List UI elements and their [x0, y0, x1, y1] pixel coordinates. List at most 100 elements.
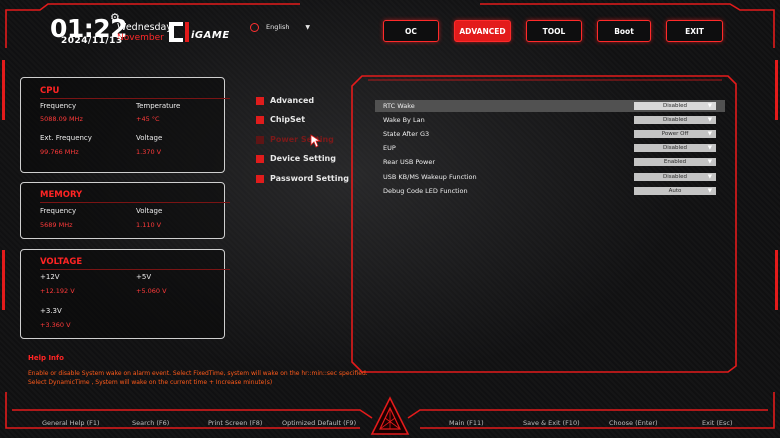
cpu-temperature-value: +45 °C [136, 115, 160, 123]
menu-item-chipset[interactable]: ChipSet [256, 115, 305, 124]
tab-boot[interactable]: Boot [597, 20, 651, 42]
globe-icon [250, 22, 259, 32]
v33-value: +3.360 V [40, 321, 71, 329]
footer-save-exit[interactable]: Save & Exit (F10) [523, 419, 580, 427]
setting-label: Debug Code LED Function [383, 187, 468, 195]
setting-state-after-g3[interactable]: State After G3 Power Off ▼ [375, 128, 725, 140]
setting-label: EUP [383, 144, 396, 152]
tab-oc[interactable]: OC [383, 20, 439, 42]
chevron-down-icon: ▼ [707, 117, 712, 123]
divider [40, 202, 230, 203]
mouse-cursor-icon [310, 134, 322, 148]
cpu-title: CPU [40, 86, 60, 96]
footer-exit[interactable]: Exit (Esc) [702, 419, 733, 427]
help-text-line-2: Select DynamicTime , System will wake on… [28, 379, 273, 386]
cpu-temperature-label: Temperature [136, 102, 181, 110]
setting-label: Wake By Lan [383, 116, 425, 124]
memory-frequency-label: Frequency [40, 207, 77, 215]
footer-choose[interactable]: Choose (Enter) [609, 419, 658, 427]
setting-label: Rear USB Power [383, 158, 436, 166]
setting-label: USB KB/MS Wakeup Function [383, 173, 477, 181]
setting-usb-kbms-wakeup[interactable]: USB KB/MS Wakeup Function Disabled ▼ [375, 171, 725, 183]
footer-optimized-default[interactable]: Optimized Default (F9) [282, 419, 356, 427]
voltage-panel: VOLTAGE +12V +12.192 V +5V +5.060 V +3.3… [20, 249, 230, 339]
cpu-frequency-value: 5088.09 MHz [40, 115, 83, 123]
v5-label: +5V [136, 273, 152, 281]
cpu-panel: CPU Frequency 5088.09 MHz Temperature +4… [20, 77, 230, 173]
language-value: English [266, 23, 290, 31]
cpu-ext-frequency-value: 99.766 MHz [40, 148, 79, 156]
setting-value-dropdown[interactable]: Power Off ▼ [634, 130, 716, 138]
menu-item-label: ChipSet [270, 115, 306, 124]
cpu-ext-frequency-label: Ext. Frequency [40, 134, 92, 142]
footer-main[interactable]: Main (F11) [449, 419, 484, 427]
bullet-icon [256, 115, 264, 124]
cpu-frequency-label: Frequency [40, 102, 77, 110]
setting-value-dropdown[interactable]: Enabled ▼ [634, 158, 716, 166]
setting-value-dropdown[interactable]: Disabled ▼ [634, 116, 716, 124]
tab-tool[interactable]: TOOL [526, 20, 582, 42]
memory-frequency-value: 5689 MHz [40, 221, 73, 229]
setting-wake-by-lan[interactable]: Wake By Lan Disabled ▼ [375, 114, 725, 126]
setting-label: State After G3 [383, 130, 430, 138]
menu-item-label: Advanced [270, 96, 315, 105]
cpu-voltage-label: Voltage [136, 134, 163, 142]
tab-exit[interactable]: EXIT [666, 20, 723, 42]
v5-value: +5.060 V [136, 287, 167, 295]
language-selector[interactable]: English ▼ [250, 22, 313, 32]
chevron-down-icon: ▼ [707, 188, 712, 194]
footer-general-help[interactable]: General Help (F1) [42, 419, 100, 427]
tab-advanced[interactable]: ADVANCED [454, 20, 511, 42]
chevron-down-icon: ▼ [707, 174, 712, 180]
divider [40, 98, 230, 99]
bullet-icon [256, 135, 264, 144]
help-title: Help Info [28, 354, 64, 362]
footer-print-screen[interactable]: Print Screen (F8) [208, 419, 262, 427]
setting-label: RTC Wake [383, 102, 415, 110]
divider [40, 269, 230, 270]
setting-value-dropdown[interactable]: Disabled ▼ [634, 173, 716, 181]
chevron-down-icon: ▼ [707, 159, 712, 165]
setting-value: Power Off [661, 131, 689, 137]
setting-value-dropdown[interactable]: Auto ▼ [634, 187, 716, 195]
memory-panel: MEMORY Frequency 5689 MHz Voltage 1.110 … [20, 182, 230, 239]
menu-item-label: Power Setting [270, 135, 334, 144]
menu-item-password-setting[interactable]: Password Setting [256, 174, 349, 183]
setting-value: Disabled [663, 103, 687, 109]
voltage-title: VOLTAGE [40, 257, 83, 267]
footer-search[interactable]: Search (F6) [132, 419, 169, 427]
setting-value: Auto [668, 188, 682, 194]
v33-label: +3.3V [40, 307, 62, 315]
setting-value: Enabled [663, 159, 687, 165]
menu-item-device-setting[interactable]: Device Setting [256, 154, 336, 163]
setting-rtc-wake[interactable]: RTC Wake Disabled ▼ [375, 100, 725, 112]
chevron-down-icon: ▼ [707, 145, 712, 151]
chevron-down-icon: ▼ [707, 103, 712, 109]
setting-value-dropdown[interactable]: Disabled ▼ [634, 102, 716, 110]
chevron-down-icon: ▼ [707, 131, 712, 137]
bullet-icon [256, 96, 264, 105]
triangle-emblem-icon [370, 396, 410, 435]
bullet-icon [256, 174, 264, 183]
menu-item-label: Password Setting [270, 174, 349, 183]
month: November [117, 33, 164, 43]
menu-item-label: Device Setting [270, 154, 336, 163]
memory-voltage-value: 1.110 V [136, 221, 162, 229]
memory-title: MEMORY [40, 190, 83, 200]
setting-rear-usb-power[interactable]: Rear USB Power Enabled ▼ [375, 156, 725, 168]
setting-value: Disabled [663, 117, 687, 123]
setting-value: Disabled [663, 174, 687, 180]
date: 2024/11/13 [61, 36, 123, 46]
v12-value: +12.192 V [40, 287, 75, 295]
v12-label: +12V [40, 273, 60, 281]
setting-debug-code-led[interactable]: Debug Code LED Function Auto ▼ [375, 185, 725, 197]
cpu-voltage-value: 1.370 V [136, 148, 162, 156]
chevron-down-icon: ▼ [305, 23, 310, 31]
memory-voltage-label: Voltage [136, 207, 163, 215]
bullet-icon [256, 154, 264, 163]
setting-value-dropdown[interactable]: Disabled ▼ [634, 144, 716, 152]
menu-item-advanced[interactable]: Advanced [256, 96, 314, 105]
setting-eup[interactable]: EUP Disabled ▼ [375, 142, 725, 154]
setting-value: Disabled [663, 145, 687, 151]
help-text-line-1: Enable or disable System wake on alarm e… [28, 370, 368, 377]
